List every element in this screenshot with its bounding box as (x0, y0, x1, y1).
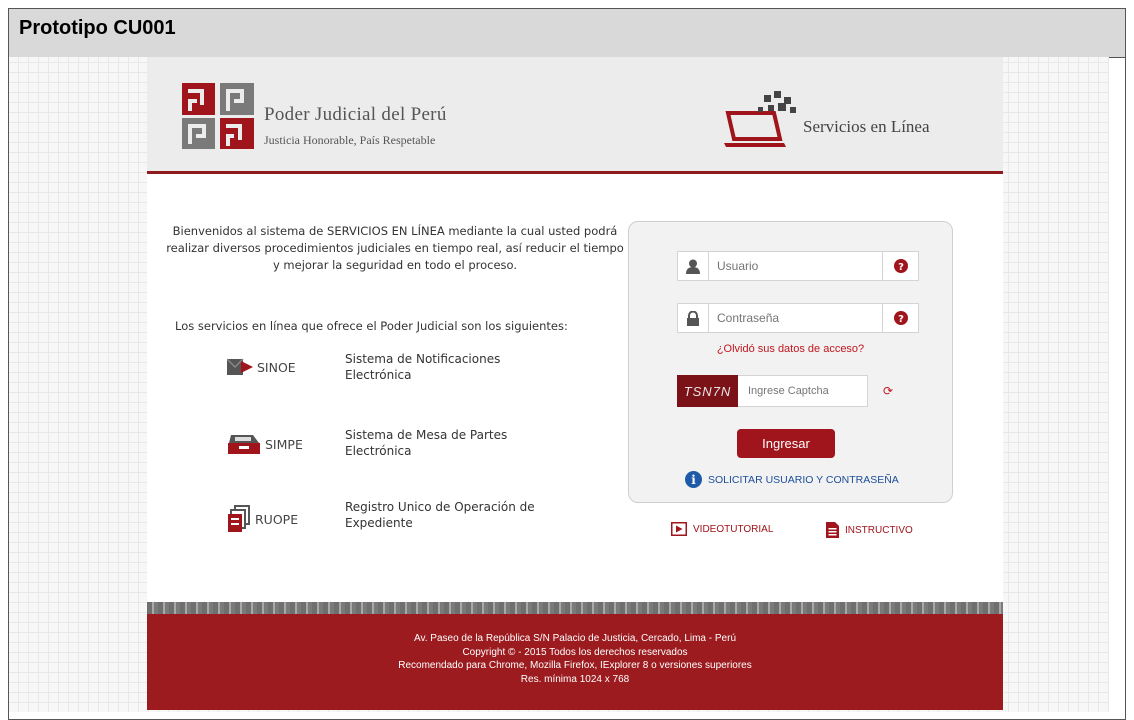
footer-resolution: Res. mínima 1024 x 768 (520, 673, 630, 685)
document-icon (826, 522, 839, 538)
service-abbr: RUOPE (255, 511, 299, 527)
password-input[interactable] (709, 305, 882, 331)
footer-pattern-strip (147, 602, 1003, 614)
service-simpe[interactable]: SIMPE Sistema de Mesa de Partes Electrón… (227, 427, 587, 467)
username-field: ? (677, 251, 919, 281)
info-icon: i (685, 471, 702, 488)
captcha-image: TSN7N (677, 375, 738, 407)
footer-copyright: Copyright © - 2015 Todos los derechos re… (462, 646, 688, 658)
service-abbr: SINOE (257, 359, 296, 375)
org-name: Poder Judicial del Perú (264, 104, 447, 125)
service-desc-line2: Electrónica (345, 368, 412, 382)
instructions-label: INSTRUCTIVO (845, 524, 913, 536)
request-credentials-link[interactable]: i SOLICITAR USUARIO Y CONTRASEÑA (685, 471, 899, 488)
header-band: Poder Judicial del Perú Justicia Honorab… (147, 57, 1003, 174)
video-tutorial-label: VIDEOTUTORIAL (693, 523, 774, 535)
video-tutorial-link[interactable]: VIDEOTUTORIAL (671, 522, 773, 536)
captcha-input[interactable] (738, 375, 868, 407)
service-desc-line1: Registro Unico de Operación de (345, 500, 535, 514)
service-desc-line2: Expediente (345, 516, 413, 530)
password-field: ? (677, 303, 919, 333)
service-desc-line1: Sistema de Mesa de Partes (345, 428, 508, 442)
prototype-title: Prototipo CU001 (9, 9, 1125, 58)
footer-address: Av. Paseo de la República S/N Palacio de… (413, 633, 737, 644)
forgot-credentials-link[interactable]: ¿Olvidó sus datos de acceso? (629, 343, 952, 355)
welcome-text: Bienvenidos al sistema de SERVICIOS EN L… (166, 224, 624, 272)
poder-judicial-logo-icon (182, 83, 254, 149)
play-icon (671, 522, 687, 536)
envelope-icon (227, 358, 253, 375)
instructions-link[interactable]: INSTRUCTIVO (826, 522, 913, 538)
username-help-icon[interactable]: ? (882, 252, 918, 280)
service-desc-line1: Sistema de Notificaciones (345, 352, 501, 366)
svg-text:?: ? (898, 314, 904, 325)
service-abbr: SIMPE (265, 436, 303, 452)
services-heading: Los servicios en línea que ofrece el Pod… (175, 319, 568, 333)
org-tagline: Justicia Honorable, País Respetable (264, 133, 436, 147)
login-panel: ? ? ¿Olvidó sus datos de acceso? TSN7N ⟳ (628, 221, 953, 503)
service-desc-line2: Electrónica (345, 444, 412, 458)
refresh-captcha-icon[interactable]: ⟳ (868, 375, 908, 407)
service-sinoe[interactable]: SINOE Sistema de Notificaciones Electrón… (227, 351, 587, 391)
inbox-tray-icon (228, 435, 260, 454)
user-icon (678, 252, 708, 280)
footer-browsers: Recomendado para Chrome, Mozilla Firefox… (398, 660, 752, 671)
captcha-row: TSN7N ⟳ (677, 375, 919, 407)
lock-icon (678, 304, 708, 332)
svg-text:?: ? (898, 262, 904, 273)
background-canvas: Poder Judicial del Perú Justicia Honorab… (9, 57, 1109, 712)
login-button[interactable]: Ingresar (737, 429, 835, 458)
request-credentials-label: SOLICITAR USUARIO Y CONTRASEÑA (708, 473, 899, 486)
login-page: Poder Judicial del Perú Justicia Honorab… (147, 57, 1003, 710)
footer: Av. Paseo de la República S/N Palacio de… (147, 614, 1003, 710)
services-title: Servicios en Línea (803, 117, 930, 136)
service-ruope[interactable]: RUOPE Registro Unico de Operación de Exp… (227, 499, 587, 539)
laptop-icon (724, 91, 796, 147)
documents-icon (228, 505, 250, 532)
password-help-icon[interactable]: ? (882, 304, 918, 332)
username-input[interactable] (709, 253, 882, 279)
